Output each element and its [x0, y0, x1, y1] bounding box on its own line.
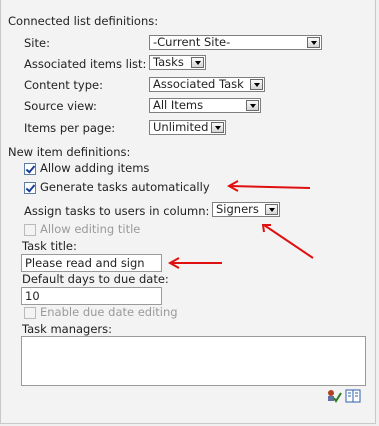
source-view-select[interactable]: All Items [149, 98, 261, 113]
new-item-heading: New item definitions: [8, 145, 131, 159]
content-type-label: Content type: [24, 78, 103, 92]
items-per-page-select[interactable]: Unlimited [149, 120, 226, 135]
chevron-down-icon [250, 79, 263, 90]
site-select[interactable]: -Current Site- [149, 35, 322, 50]
chevron-down-icon [307, 37, 320, 48]
site-label: Site: [24, 36, 50, 50]
task-title-label: Task title: [22, 239, 77, 253]
assign-column-select[interactable]: Signers [212, 202, 280, 217]
source-view-label: Source view: [24, 99, 97, 113]
address-book-icon[interactable] [345, 389, 361, 403]
chevron-down-icon [191, 57, 204, 68]
items-per-page-label: Items per page: [24, 121, 116, 135]
due-days-label: Default days to due date: [22, 272, 169, 286]
connected-list-heading: Connected list definitions: [8, 14, 159, 28]
assign-column-label: Assign tasks to users in column: [24, 204, 210, 218]
associated-list-select[interactable]: Tasks [149, 55, 206, 70]
associated-list-label: Associated items list: [24, 57, 147, 71]
generate-tasks-checkbox[interactable] [24, 182, 36, 194]
allow-adding-label: Allow adding items [40, 161, 150, 175]
task-managers-label: Task managers: [22, 322, 113, 336]
allow-editing-title-checkbox[interactable] [24, 224, 36, 236]
enable-due-date-checkbox[interactable] [24, 307, 36, 319]
chevron-down-icon [265, 204, 278, 215]
content-type-select[interactable]: Associated Task [149, 77, 265, 92]
enable-due-date-label: Enable due date editing [40, 305, 178, 319]
due-days-input[interactable] [21, 287, 162, 305]
chevron-down-icon [211, 122, 224, 133]
allow-editing-title-label: Allow editing title [40, 222, 141, 236]
chevron-down-icon [246, 100, 259, 111]
check-names-icon[interactable] [326, 389, 342, 403]
task-managers-input[interactable] [21, 336, 366, 386]
task-title-input[interactable] [21, 254, 162, 272]
allow-adding-checkbox[interactable] [24, 163, 36, 175]
generate-tasks-label: Generate tasks automatically [40, 180, 210, 194]
